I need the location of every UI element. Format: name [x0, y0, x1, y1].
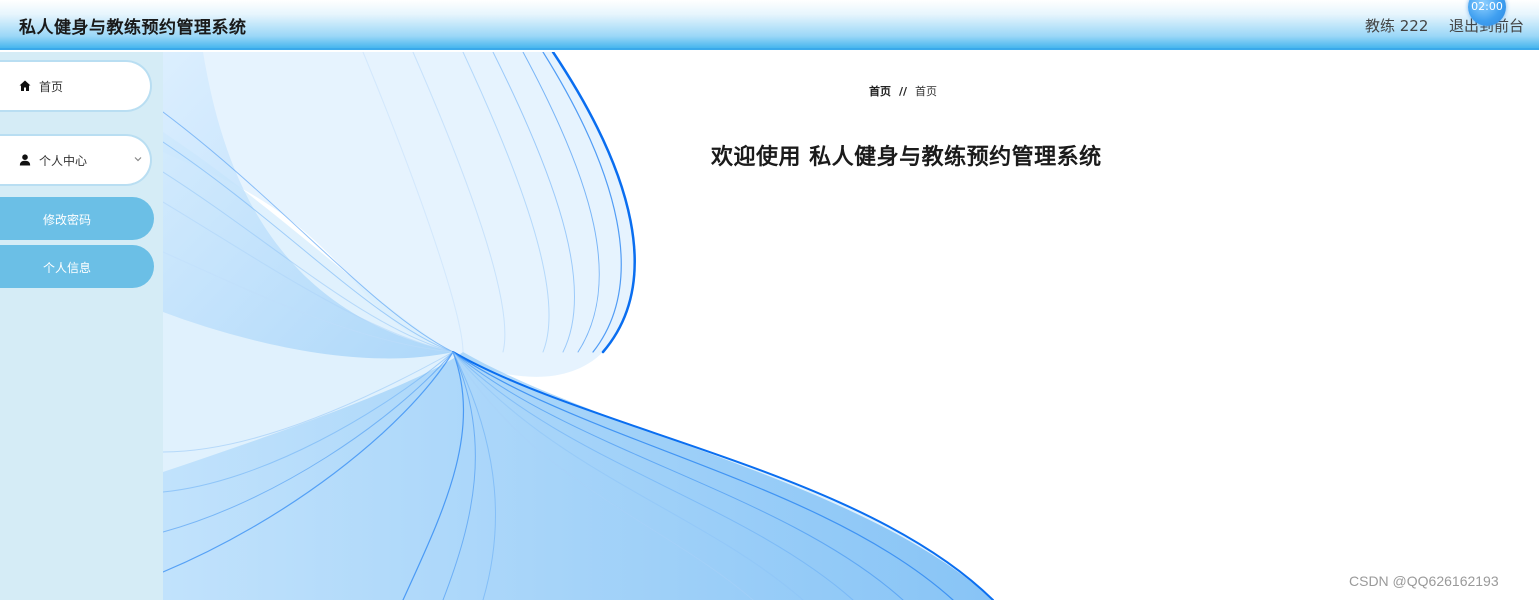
sidebar-subitem-change-password-label: 修改密码: [43, 213, 92, 227]
timer-text: 02:00: [1471, 0, 1503, 13]
user-icon: [19, 154, 31, 166]
home-icon: [19, 80, 31, 91]
breadcrumb-separator: //: [899, 85, 908, 98]
sidebar-item-personal-center-label: 个人中心: [39, 154, 88, 168]
main-content: 首页 // 首页 欢迎使用 私人健身与教练预约管理系统: [163, 52, 1539, 600]
sidebar-subitem-personal-info[interactable]: 个人信息: [0, 245, 154, 288]
top-header: 私人健身与教练预约管理系统 教练 222 退出到前台 02:00: [0, 0, 1539, 50]
background-wave-art: [163, 52, 994, 600]
sidebar-subitem-change-password[interactable]: 修改密码: [0, 197, 154, 240]
sidebar-item-personal-center[interactable]: 个人中心: [0, 134, 152, 186]
breadcrumb: 首页 // 首页: [869, 83, 937, 99]
chevron-down-icon[interactable]: [133, 154, 143, 164]
sidebar-subitem-personal-info-label: 个人信息: [43, 261, 92, 275]
csdn-watermark: CSDN @QQ626162193: [1349, 573, 1499, 589]
breadcrumb-current: 首页: [915, 85, 938, 98]
sidebar-item-home[interactable]: 首页: [0, 60, 152, 112]
welcome-heading: 欢迎使用 私人健身与教练预约管理系统: [711, 145, 1102, 170]
breadcrumb-home-link[interactable]: 首页: [869, 85, 891, 98]
current-user-label: 教练 222: [1365, 17, 1429, 35]
sidebar-item-home-label: 首页: [39, 80, 64, 94]
sidebar: 首页 个人中心 修改密码 个人信息: [0, 52, 163, 600]
app-title: 私人健身与教练预约管理系统: [19, 18, 247, 38]
